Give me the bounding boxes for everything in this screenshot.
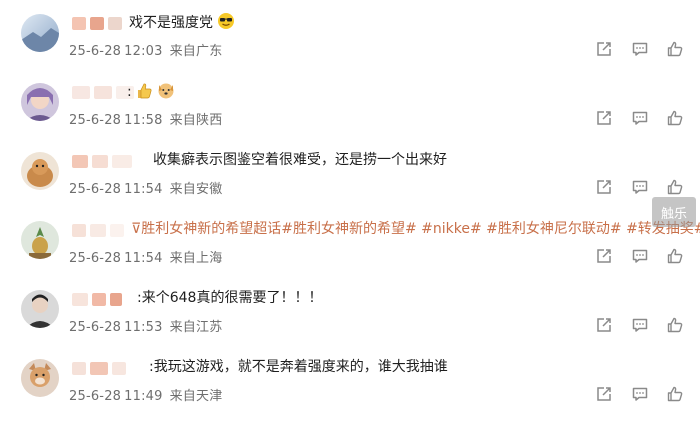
- username-redacted: [72, 153, 132, 169]
- share-icon[interactable]: [595, 247, 613, 265]
- comment-meta: 25-6-28 12:03 来自广东: [69, 40, 222, 59]
- like-icon[interactable]: [666, 40, 684, 58]
- comment-icon[interactable]: [631, 178, 649, 196]
- comment-date: 25-6-28: [69, 113, 122, 128]
- share-icon[interactable]: [595, 40, 613, 58]
- comment-actions: [595, 247, 687, 265]
- username-redacted: [72, 360, 126, 376]
- comment-item: ⊽胜利女神新的希望超话#胜利女神新的希望# #nikke# #胜利女神尼尔联动#…: [0, 207, 700, 276]
- username-redacted: [72, 15, 122, 31]
- comment-actions: [595, 109, 687, 127]
- comment-location: 来自江苏: [169, 320, 223, 335]
- share-icon[interactable]: [595, 178, 613, 196]
- comment-icon[interactable]: [631, 316, 649, 334]
- like-icon[interactable]: [666, 385, 684, 403]
- comment-icon[interactable]: [631, 109, 649, 127]
- avatar[interactable]: [21, 83, 59, 121]
- comment-icon[interactable]: [631, 40, 649, 58]
- comment-meta: 25-6-28 11:58 来自陕西: [69, 109, 222, 128]
- like-icon[interactable]: [666, 316, 684, 334]
- comment-text: :我玩这游戏，就不是奔着强度来的，谁大我抽谁: [149, 359, 448, 375]
- comment-meta: 25-6-28 11:53 来自江苏: [69, 316, 222, 335]
- comment-location: 来自陕西: [169, 113, 223, 128]
- comment-time: 11:58: [124, 113, 163, 128]
- username-redacted: [72, 222, 124, 238]
- comment-actions: [595, 178, 687, 196]
- comment-meta: 25-6-28 11:54 来自安徽: [69, 178, 222, 197]
- like-icon[interactable]: [666, 178, 684, 196]
- avatar[interactable]: [21, 221, 59, 259]
- comment-time: 11:54: [124, 251, 163, 266]
- comment-date: 25-6-28: [69, 251, 122, 266]
- comment-date: 25-6-28: [69, 44, 122, 59]
- comment-time: 12:03: [124, 44, 163, 59]
- comment-actions: [595, 385, 687, 403]
- comment-time: 11:49: [124, 389, 163, 404]
- avatar[interactable]: [21, 290, 59, 328]
- avatar[interactable]: [21, 14, 59, 52]
- comment-text: :来个648真的很需要了！！！: [137, 290, 323, 306]
- comment-date: 25-6-28: [69, 389, 122, 404]
- comment-date: 25-6-28: [69, 182, 122, 197]
- like-icon[interactable]: [666, 247, 684, 265]
- avatar[interactable]: [21, 152, 59, 190]
- comment-icon[interactable]: [631, 385, 649, 403]
- comment-item: :来个648真的很需要了！！！ 25-6-28 11:53 来自江苏: [0, 276, 700, 345]
- comment-item: :我玩这游戏，就不是奔着强度来的，谁大我抽谁 25-6-28 11:49 来自天津: [0, 345, 700, 414]
- comment-time: 11:53: [124, 320, 163, 335]
- comment-meta: 25-6-28 11:49 来自天津: [69, 385, 222, 404]
- like-icon[interactable]: [666, 109, 684, 127]
- comment-meta: 25-6-28 11:54 来自上海: [69, 247, 222, 266]
- comment-location: 来自广东: [169, 44, 223, 59]
- comment-location: 来自天津: [169, 389, 223, 404]
- comment-text: :: [127, 81, 175, 105]
- comment-item: : 25-6-28 11:58 来自陕西: [0, 69, 700, 138]
- topic-icon: ⊽: [131, 221, 142, 237]
- share-icon[interactable]: [595, 316, 613, 334]
- comment-location: 来自安徽: [169, 182, 223, 197]
- watermark: 触乐: [652, 197, 696, 227]
- sunglasses-emoji: [217, 12, 235, 36]
- comment-icon[interactable]: [631, 247, 649, 265]
- comment-location: 来自上海: [169, 251, 223, 266]
- comment-item: 收集癖表示图鉴空着很难受，还是捞一个出来好 25-6-28 11:54 来自安徽: [0, 138, 700, 207]
- avatar[interactable]: [21, 359, 59, 397]
- comment-time: 11:54: [124, 182, 163, 197]
- share-icon[interactable]: [595, 385, 613, 403]
- comment-text: 戏不是强度党: [129, 12, 235, 36]
- comment-actions: [595, 40, 687, 58]
- dog-emoji: [157, 81, 175, 105]
- comment-actions: [595, 316, 687, 334]
- username-redacted: [72, 84, 134, 100]
- comment-text: ⊽胜利女神新的希望超话#胜利女神新的希望# #nikke# #胜利女神尼尔联动#…: [131, 221, 700, 237]
- username-redacted: [72, 291, 122, 307]
- comment-text: 收集癖表示图鉴空着很难受，还是捞一个出来好: [153, 152, 447, 168]
- comment-item: 戏不是强度党 25-6-28 12:03 来自广东: [0, 0, 700, 69]
- comment-date: 25-6-28: [69, 320, 122, 335]
- thumbs-up-emoji: [136, 82, 152, 105]
- share-icon[interactable]: [595, 109, 613, 127]
